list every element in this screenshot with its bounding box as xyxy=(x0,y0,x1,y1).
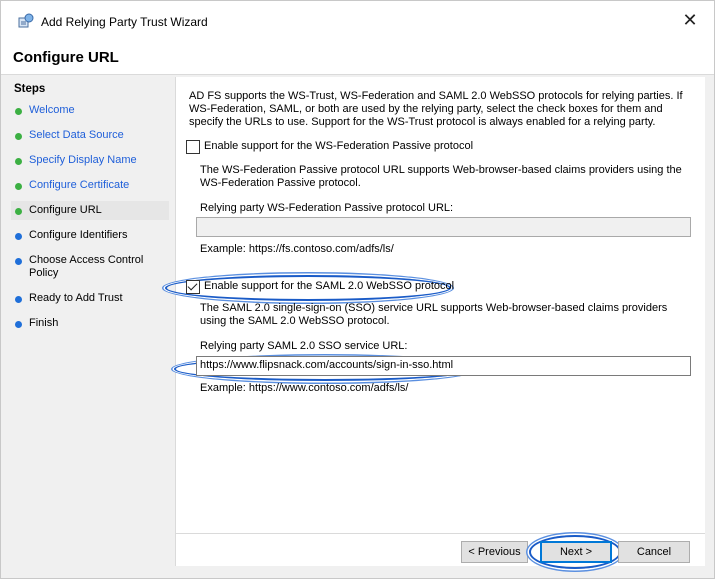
page-title: Configure URL xyxy=(13,49,119,66)
step-label: Specify Display Name xyxy=(29,154,137,166)
footer-divider xyxy=(175,533,705,534)
saml-checkbox-label[interactable]: Enable support for the SAML 2.0 WebSSO p… xyxy=(204,280,454,292)
steps-pane: Steps Welcome Select Data Source Specify… xyxy=(11,81,169,339)
wsfed-checkbox[interactable] xyxy=(186,140,200,154)
step-status-dot xyxy=(15,321,22,328)
step-finish: Finish xyxy=(11,314,169,333)
saml-description: The SAML 2.0 single-sign-on (SSO) servic… xyxy=(200,302,668,327)
step-configure-certificate[interactable]: Configure Certificate xyxy=(11,176,169,195)
step-specify-display-name[interactable]: Specify Display Name xyxy=(11,151,169,170)
step-status-dot xyxy=(15,208,22,215)
intro-text: AD FS supports the WS-Trust, WS-Federati… xyxy=(189,90,683,128)
step-label: Choose Access Control Policy xyxy=(29,254,144,279)
step-status-dot xyxy=(15,296,22,303)
step-label: Configure Certificate xyxy=(29,179,130,191)
step-label: Configure Identifiers xyxy=(29,229,128,241)
step-configure-url: Configure URL xyxy=(11,201,169,220)
saml-url-label: Relying party SAML 2.0 SSO service URL: xyxy=(200,340,408,352)
previous-button[interactable]: < Previous xyxy=(461,541,528,563)
wizard-header: Configure URL xyxy=(1,39,714,73)
steps-heading: Steps xyxy=(14,83,46,95)
cancel-button[interactable]: Cancel xyxy=(618,541,690,563)
step-label: Configure URL xyxy=(29,204,102,216)
step-status-dot xyxy=(15,233,22,240)
step-status-dot xyxy=(15,133,22,140)
wizard-app-icon xyxy=(18,13,34,29)
close-icon[interactable]: ✕ xyxy=(673,7,707,35)
saml-example: Example: https://www.contoso.com/adfs/ls… xyxy=(200,382,409,394)
wsfed-checkbox-label[interactable]: Enable support for the WS-Federation Pas… xyxy=(204,140,473,152)
wsfed-description: The WS-Federation Passive protocol URL s… xyxy=(200,164,682,189)
wizard-content: Steps Welcome Select Data Source Specify… xyxy=(1,75,714,578)
step-status-dot xyxy=(15,108,22,115)
step-choose-access-control-policy: Choose Access Control Policy xyxy=(11,251,169,283)
step-configure-identifiers: Configure Identifiers xyxy=(11,226,169,245)
wsfed-url-input[interactable] xyxy=(196,217,691,237)
title-bar: Add Relying Party Trust Wizard ✕ xyxy=(1,1,714,39)
step-label: Welcome xyxy=(29,104,75,116)
step-ready-to-add-trust: Ready to Add Trust xyxy=(11,289,169,308)
step-status-dot xyxy=(15,258,22,265)
wizard-window: Add Relying Party Trust Wizard ✕ Configu… xyxy=(0,0,715,579)
wsfed-url-label: Relying party WS-Federation Passive prot… xyxy=(200,202,454,214)
step-welcome[interactable]: Welcome xyxy=(11,101,169,120)
next-button[interactable]: Next > xyxy=(540,541,612,563)
step-label: Ready to Add Trust xyxy=(29,292,123,304)
step-label: Select Data Source xyxy=(29,129,124,141)
step-status-dot xyxy=(15,183,22,190)
step-status-dot xyxy=(15,158,22,165)
wsfed-example: Example: https://fs.contoso.com/adfs/ls/ xyxy=(200,243,394,255)
step-label: Finish xyxy=(29,317,59,329)
main-panel: AD FS supports the WS-Trust, WS-Federati… xyxy=(165,77,705,566)
step-select-data-source[interactable]: Select Data Source xyxy=(11,126,169,145)
saml-url-input[interactable]: https://www.flipsnack.com/accounts/sign-… xyxy=(196,356,691,376)
window-title: Add Relying Party Trust Wizard xyxy=(41,15,208,29)
saml-checkbox[interactable] xyxy=(186,280,200,294)
